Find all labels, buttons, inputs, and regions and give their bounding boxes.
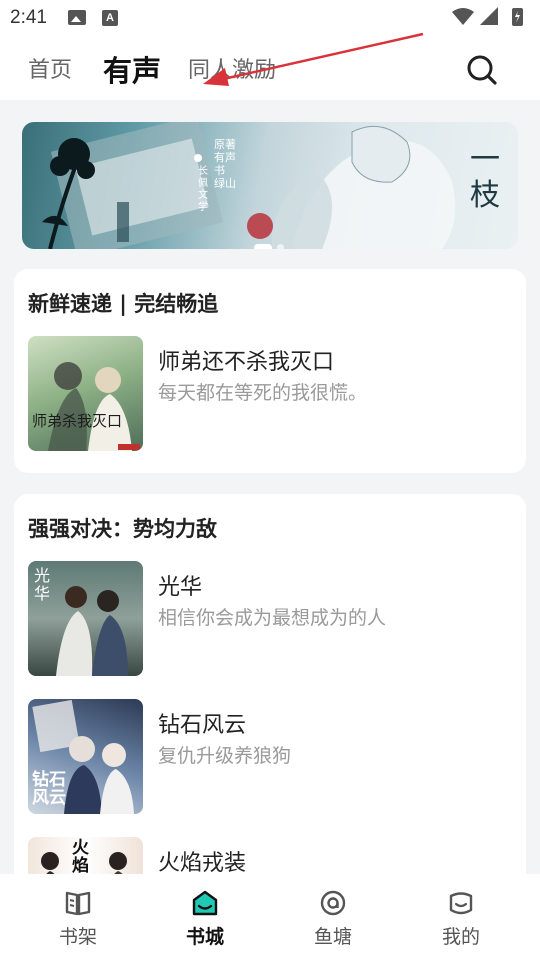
book-item[interactable]: 师弟杀我灭口 师弟还不杀我灭口 每天都在等死的我很慌。	[28, 336, 508, 452]
banner-credit: 原著 有声书 绿山	[214, 138, 236, 190]
book-cover-text: 火焰	[72, 838, 89, 876]
book-cover-text: 光华	[34, 566, 51, 603]
book-cover[interactable]: 钻石风云	[28, 699, 143, 814]
store-icon	[192, 890, 218, 916]
status-right-icons	[452, 7, 523, 26]
book-description: 相信你会成为最想成为的人	[158, 607, 387, 629]
profile-icon	[449, 892, 473, 915]
banner-pagination	[254, 236, 289, 249]
nav-label: 书城	[185, 926, 224, 948]
pond-icon	[320, 890, 346, 916]
status-bar: 2:41 A	[0, 0, 540, 36]
section-title: 新鲜速递 | 完结畅追	[28, 292, 219, 316]
book-description: 每天都在等死的我很慌。	[158, 382, 368, 404]
book-cover-text: 师弟杀我灭口	[32, 412, 123, 430]
banner-artwork	[42, 122, 456, 249]
wifi-icon	[452, 8, 474, 25]
tab-fanfic-incentive[interactable]: 同人激励	[188, 52, 276, 84]
nav-label: 我的	[441, 926, 480, 948]
book-title[interactable]: 光华	[158, 569, 202, 601]
status-time: 2:41	[10, 7, 47, 28]
book-title[interactable]: 师弟还不杀我灭口	[158, 344, 334, 376]
banner-publisher: 长佩文学	[198, 166, 208, 213]
promo-banner[interactable]: 一枝 原著 有声书 绿山 长佩文学	[22, 122, 518, 249]
banner-title: 一枝	[470, 142, 500, 213]
book-title[interactable]: 钻石风云	[158, 707, 246, 739]
nav-profile[interactable]: 我的	[421, 888, 501, 949]
banner-dot-active[interactable]	[254, 244, 272, 249]
search-icon[interactable]	[462, 50, 502, 90]
section-title: 强强对决：势均力敌	[28, 517, 217, 541]
section-card-rivals: 强强对决：势均力敌 光华 光华 相信你会成为最想成为的人 钻石风云 钻石风云 复…	[14, 494, 526, 894]
book-icon	[65, 891, 91, 916]
book-cover[interactable]: 光华	[28, 561, 143, 676]
photo-icon	[68, 10, 86, 25]
nav-label: 鱼塘	[313, 926, 352, 948]
book-cover-text: 钻石风云	[32, 770, 66, 808]
tab-audio[interactable]: 有声	[103, 48, 161, 90]
book-description: 复仇升级养狼狗	[158, 745, 292, 767]
tab-home[interactable]: 首页	[28, 52, 72, 84]
banner-dot[interactable]	[277, 244, 284, 249]
book-cover[interactable]: 师弟杀我灭口	[28, 336, 143, 451]
signal-icon	[480, 7, 498, 25]
book-item[interactable]: 钻石风云 钻石风云 复仇升级养狼狗	[28, 699, 508, 815]
nav-bookstore[interactable]: 书城	[165, 888, 245, 949]
a-icon: A	[102, 10, 118, 26]
nav-bookshelf[interactable]: 书架	[38, 888, 118, 949]
top-tab-bar: 首页 有声 同人激励	[0, 36, 540, 100]
book-title[interactable]: 火焰戎装	[158, 845, 246, 877]
bottom-nav: 书架 书城 鱼塘 我的	[0, 874, 540, 960]
nav-label: 书架	[58, 926, 97, 948]
section-card-fresh: 新鲜速递 | 完结畅追 师弟杀我灭口 师弟还不杀我灭口 每天都在等死的我很慌。	[14, 269, 526, 473]
book-item[interactable]: 光华 光华 相信你会成为最想成为的人	[28, 561, 508, 677]
nav-fish-pond[interactable]: 鱼塘	[293, 888, 373, 949]
